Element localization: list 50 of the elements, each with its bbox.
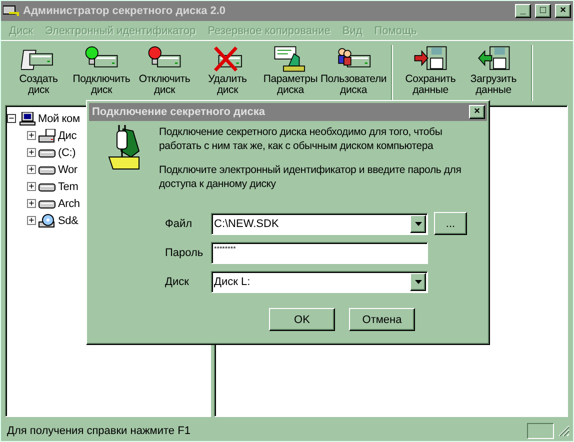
save-floppy-icon — [413, 45, 448, 73]
close-button[interactable]: × — [469, 105, 485, 119]
load-floppy-icon — [476, 45, 511, 73]
expand-toggle[interactable]: + — [27, 199, 36, 208]
toolbar-button[interactable]: Загрузить данные — [462, 45, 525, 97]
tree-item[interactable]: Arch — [58, 198, 80, 210]
window-title: Администратор секретного диска 2.0 — [23, 5, 227, 17]
field-label: Диск — [165, 276, 190, 288]
field-label: Пароль — [165, 247, 204, 259]
cd-drive-icon — [38, 214, 56, 228]
tree-item[interactable]: Sd& — [58, 214, 78, 226]
dialog-title: Подключение секретного диска — [92, 106, 266, 118]
dialog-button[interactable]: OK — [269, 308, 335, 331]
expand-toggle[interactable]: + — [27, 148, 36, 157]
network-drive-icon — [38, 128, 56, 142]
toolbar-button[interactable]: Сохранить данные — [399, 45, 462, 97]
tree-item[interactable]: Tem — [58, 180, 78, 192]
toolbar-button[interactable]: Подключить диск — [70, 45, 133, 97]
toolbar-button[interactable]: Отключить диск — [133, 45, 196, 97]
computer-icon — [18, 112, 36, 126]
status-text: Для получения справки нажмите F1 — [7, 424, 192, 436]
resize-grip-icon — [558, 424, 570, 436]
browse-button[interactable]: ... — [434, 212, 467, 235]
caret-icon — [414, 222, 422, 226]
tree-item[interactable]: Дис — [58, 130, 76, 142]
toolbar-button[interactable]: Пользователи диска — [322, 45, 385, 97]
toolbar-button[interactable]: Создать диск — [7, 45, 70, 97]
expand-toggle[interactable]: + — [27, 165, 36, 174]
disk-settings-icon — [273, 45, 308, 73]
dialog-button[interactable]: Отмена — [349, 308, 415, 331]
window-control-button[interactable]: □ — [535, 4, 551, 18]
window-control-button[interactable]: × — [555, 4, 571, 18]
field-label: Файл — [165, 218, 194, 230]
toolbar-button[interactable]: Удалить диск — [196, 45, 259, 97]
dialog-text: Подключение секретного диска необходимо для того, чтобы работать с ним так же, как с обычным диском компьютера — [159, 125, 444, 153]
expand-toggle[interactable]: + — [27, 216, 36, 225]
window-control-button[interactable]: _ — [515, 4, 531, 18]
tree-item[interactable]: (C:) — [58, 146, 76, 158]
tree-item[interactable]: Wor — [58, 164, 78, 176]
toolbar-button[interactable]: Параметры диска — [259, 45, 322, 97]
app-key-icon — [3, 5, 19, 17]
tree-item[interactable]: Мой ком — [38, 112, 80, 124]
dialog-text: Подключите электронный идентификатор и введите пароль для доступа к данному диску — [159, 163, 462, 191]
combo-box[interactable]: Диск L: — [211, 271, 428, 293]
combo-box[interactable]: C:\NEW.SDK — [211, 212, 428, 234]
expand-toggle[interactable]: + — [27, 182, 36, 191]
status-panel — [527, 422, 554, 438]
caret-icon — [414, 280, 422, 284]
expand-toggle[interactable]: + — [27, 131, 36, 140]
collapse-toggle[interactable]: − — [7, 114, 16, 123]
